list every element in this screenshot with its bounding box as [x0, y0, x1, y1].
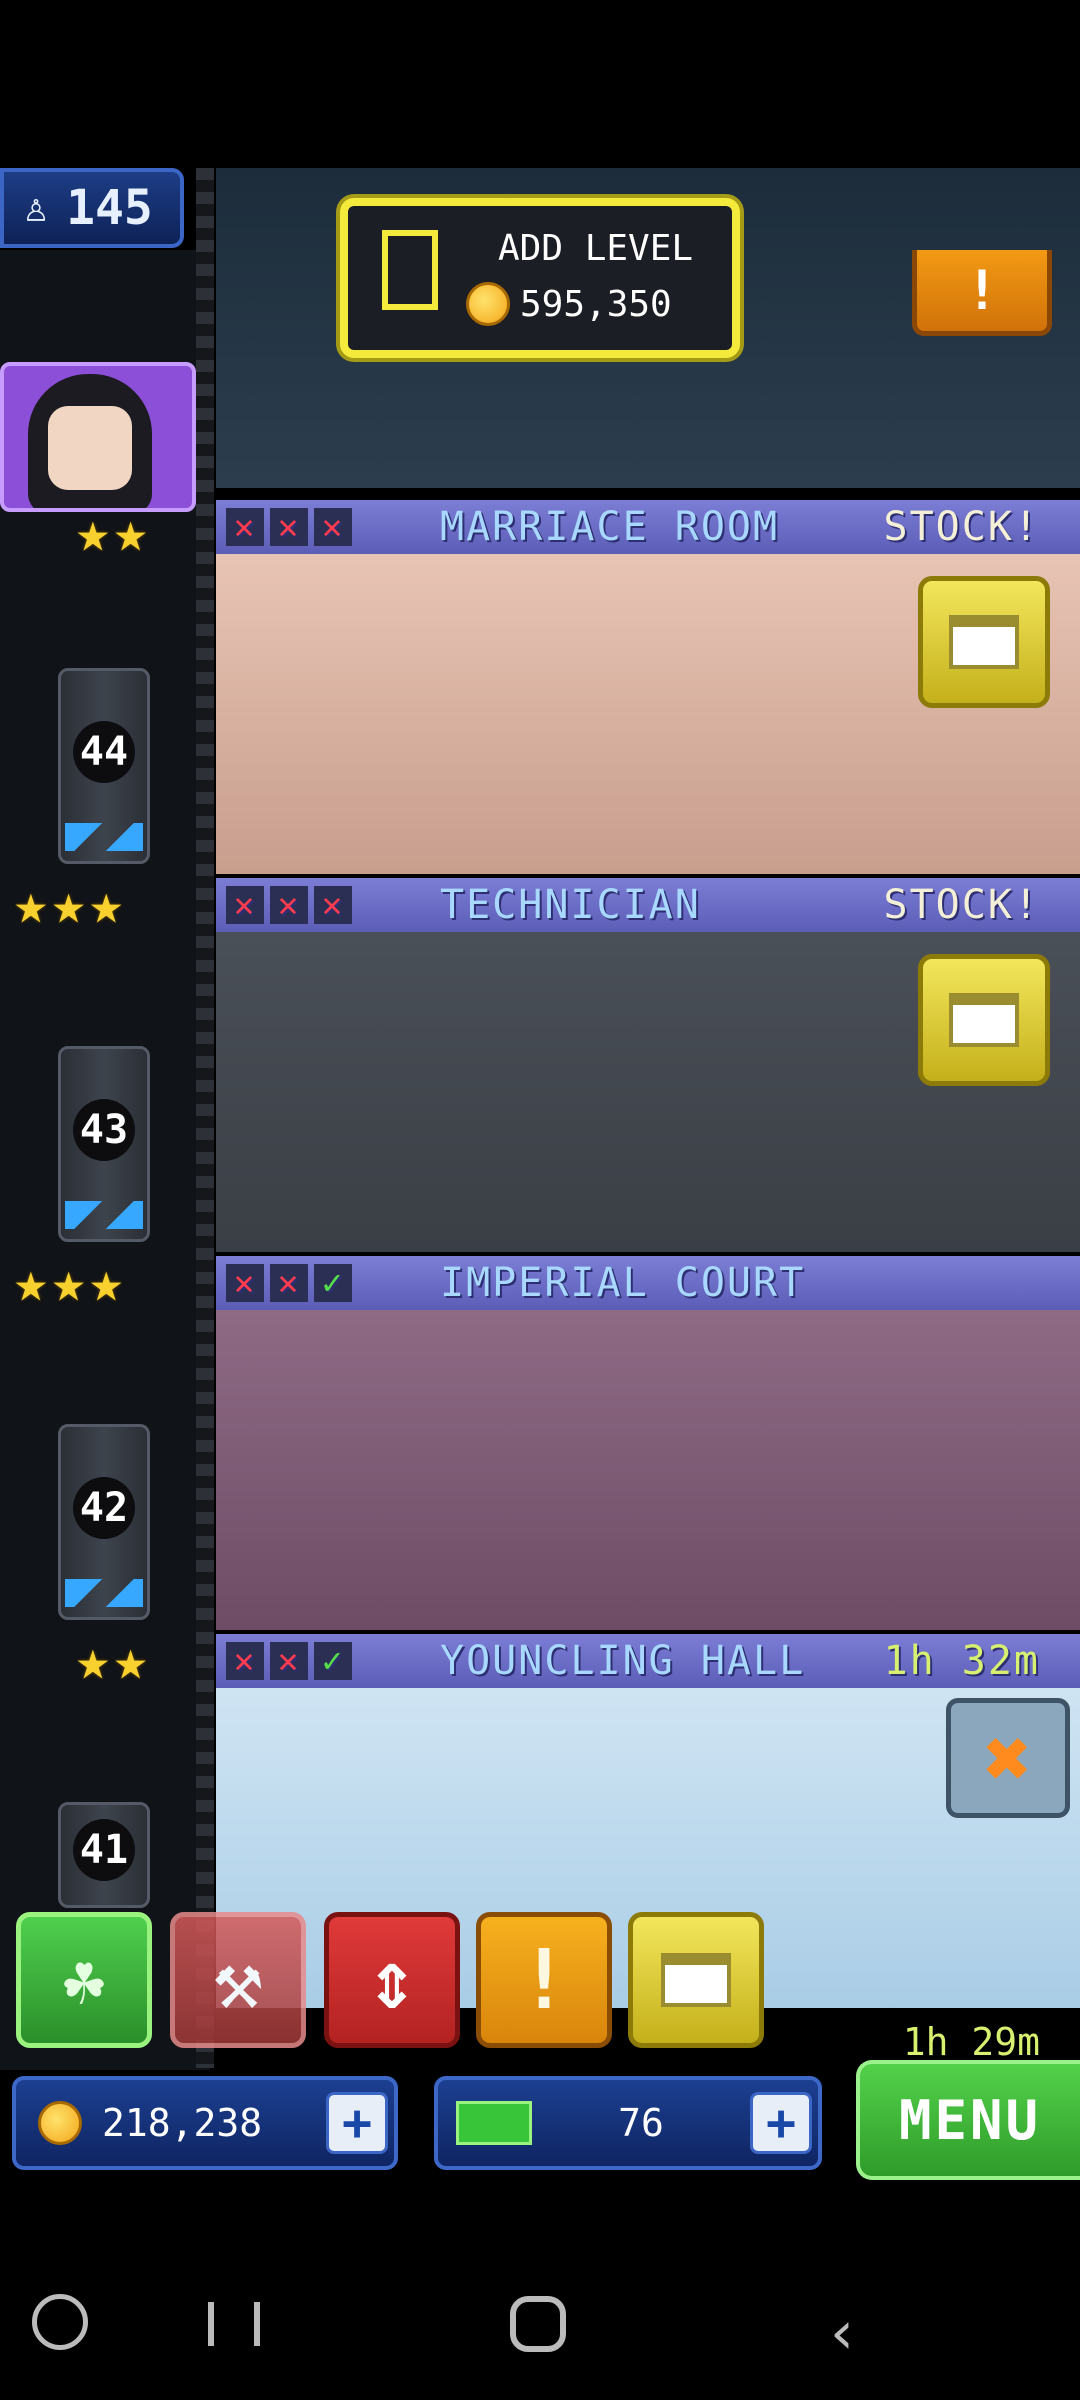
system-nav-bar: ‹ — [0, 2212, 1080, 2400]
recent-apps-icon[interactable] — [208, 2302, 260, 2346]
floor-header: ✕ ✕ ✓ IMPERIAL COURT — [216, 1256, 1080, 1310]
person-icon: ♙ — [24, 185, 49, 231]
bux-icon — [456, 2101, 532, 2145]
elevator-car[interactable]: 44 — [58, 668, 150, 864]
floor-number: 43 — [73, 1099, 135, 1161]
elevator-car[interactable]: 41 — [58, 1802, 150, 1908]
stock-button[interactable] — [918, 954, 1050, 1086]
floor-name: MARRIACE ROOM — [440, 504, 780, 550]
x-mark-icon: ✕ — [270, 885, 308, 925]
vip-button[interactable]: ☘ — [16, 1912, 152, 2048]
x-mark-icon: ✕ — [226, 1263, 264, 1303]
stock-button[interactable] — [918, 576, 1050, 708]
floor-header: ✕ ✕ ✕ MARRIACE ROOM STOCK! — [216, 500, 1080, 554]
avatar-face — [48, 406, 132, 490]
elevator-car[interactable]: 42 — [58, 1424, 150, 1620]
box-icon — [949, 993, 1019, 1047]
menu-button[interactable]: MENU — [856, 2060, 1080, 2180]
floor-imperial-court[interactable]: ✕ ✕ ✓ IMPERIAL COURT — [216, 1256, 1080, 1632]
x-mark-icon: ✕ — [270, 507, 308, 547]
coin-balance[interactable]: 218,238 + — [12, 2076, 398, 2170]
elevator-button[interactable]: ⇕ — [324, 1912, 460, 2048]
x-mark-icon: ✕ — [226, 507, 264, 547]
coin-icon — [466, 282, 510, 326]
add-level-button[interactable]: ADD LEVEL 595,350 — [340, 198, 740, 358]
star-rating: ★★ — [76, 1628, 152, 1693]
coin-icon — [38, 2101, 82, 2145]
floor-number: 42 — [73, 1477, 135, 1539]
check-icon: ✓ — [314, 1263, 352, 1303]
x-mark-icon: ✕ — [270, 1263, 308, 1303]
top-alert-button[interactable]: ! — [912, 250, 1052, 336]
population-counter[interactable]: ♙ 145 — [0, 168, 184, 248]
x-mark-icon: ✕ — [226, 1641, 264, 1681]
floor-number: 44 — [73, 721, 135, 783]
avatar[interactable] — [0, 362, 196, 512]
floor-timer: 1h 32m — [883, 1638, 1040, 1684]
add-level-label: ADD LEVEL — [498, 228, 694, 269]
floor-status: STOCK! — [883, 504, 1040, 550]
chevron-icon — [65, 823, 143, 851]
add-bux-button[interactable]: + — [750, 2092, 812, 2154]
floor-header: ✕ ✕ ✕ TECHNICIAN STOCK! — [216, 878, 1080, 932]
star-rating: ★★★ — [14, 1250, 128, 1315]
x-mark-icon: ✕ — [314, 885, 352, 925]
alert-button[interactable]: ! — [476, 1912, 612, 2048]
floor-name: YOUNCLING HALL — [440, 1638, 806, 1684]
add-floor-icon — [382, 230, 438, 310]
x-mark-icon: ✕ — [314, 507, 352, 547]
floor-name: TECHNICIAN — [440, 882, 701, 928]
floor-number: 41 — [73, 1819, 135, 1881]
build-button[interactable]: ⚒ — [170, 1912, 306, 2048]
bux-balance[interactable]: 76 + — [434, 2076, 822, 2170]
back-icon[interactable]: ‹ — [830, 2298, 854, 2368]
home-icon[interactable] — [510, 2296, 566, 2352]
x-mark-icon: ✕ — [226, 885, 264, 925]
stock-all-button[interactable] — [628, 1912, 764, 2048]
next-floor-timer: 1h 29m — [902, 2020, 1040, 2064]
add-coins-button[interactable]: + — [326, 2092, 388, 2154]
floor-marriage-room[interactable]: ✕ ✕ ✕ MARRIACE ROOM STOCK! — [216, 500, 1080, 876]
floor-header: ✕ ✕ ✓ YOUNCLING HALL 1h 32m — [216, 1634, 1080, 1688]
game-launcher-icon[interactable] — [32, 2294, 88, 2350]
floor-status: STOCK! — [883, 882, 1040, 928]
chevron-icon — [65, 1201, 143, 1229]
add-level-cost: 595,350 — [520, 283, 672, 325]
elevator-rail — [196, 168, 214, 2068]
population-value: 145 — [66, 180, 153, 236]
x-mark-icon: ✕ — [270, 1641, 308, 1681]
star-rating: ★★★ — [14, 872, 128, 937]
floor-technician[interactable]: ✕ ✕ ✕ TECHNICIAN STOCK! — [216, 878, 1080, 1254]
check-icon: ✓ — [314, 1641, 352, 1681]
elevator-car[interactable]: 43 — [58, 1046, 150, 1242]
room-scene — [216, 1310, 1080, 1630]
star-rating: ★★ — [76, 500, 152, 565]
chevron-icon — [65, 1579, 143, 1607]
box-icon — [949, 615, 1019, 669]
coin-value: 218,238 — [102, 2101, 263, 2145]
floor-name: IMPERIAL COURT — [440, 1260, 806, 1306]
cancel-button[interactable]: ✖ — [946, 1698, 1070, 1818]
bux-value: 76 — [618, 2101, 664, 2145]
box-icon — [661, 1953, 731, 2007]
